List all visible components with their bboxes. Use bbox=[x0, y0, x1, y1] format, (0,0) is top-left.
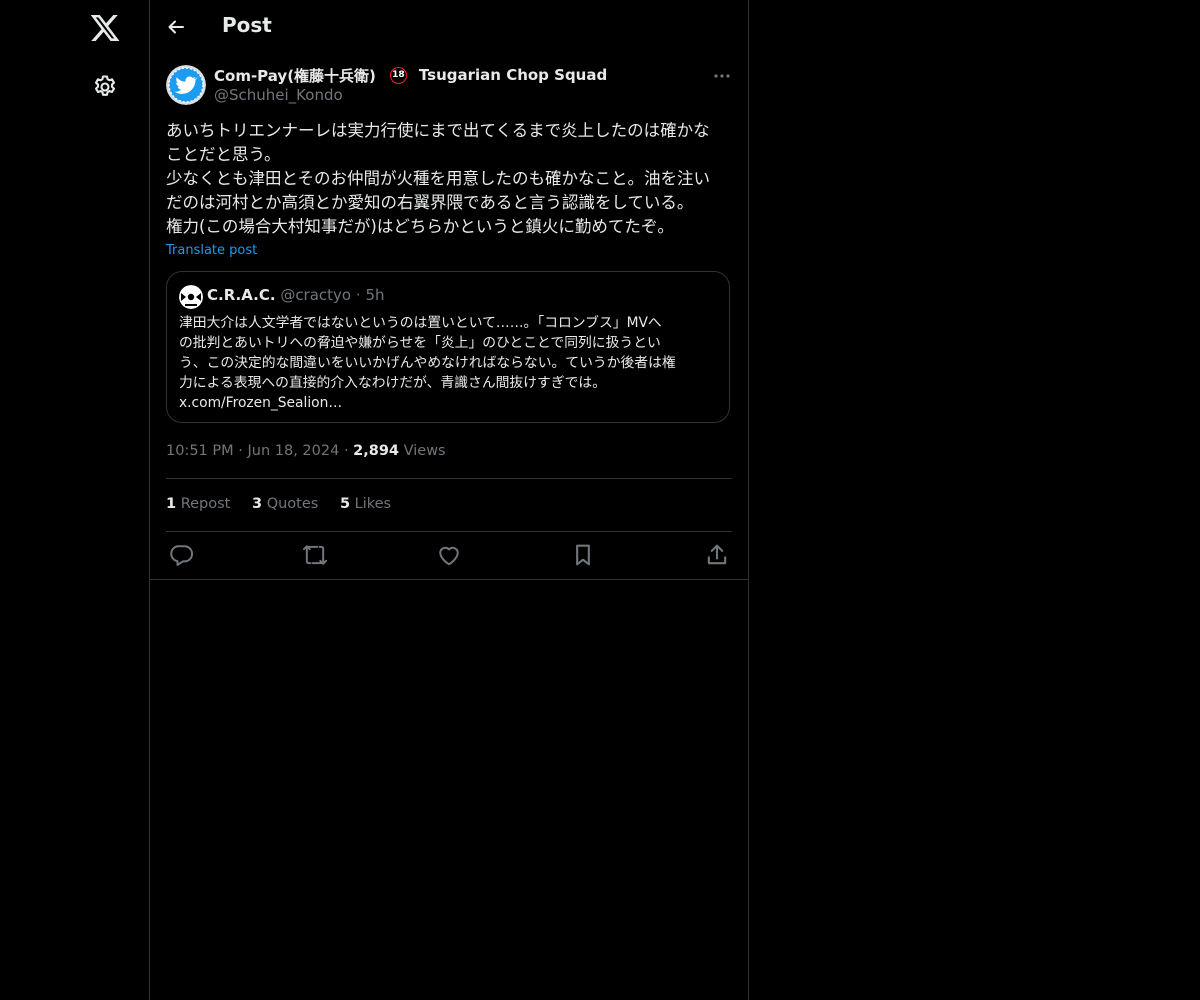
quote-author-name: C.R.A.C. bbox=[207, 286, 276, 304]
quote-separator: · bbox=[355, 286, 361, 304]
repost-icon[interactable] bbox=[301, 541, 329, 569]
likes-stat[interactable]: 5 Likes bbox=[340, 496, 391, 512]
heart-icon[interactable] bbox=[435, 541, 463, 569]
divider bbox=[166, 478, 732, 479]
action-bar bbox=[166, 541, 732, 569]
likes-count: 5 bbox=[339, 496, 351, 512]
translate-link[interactable]: Translate post bbox=[166, 243, 257, 258]
meta-separator: · bbox=[343, 443, 349, 459]
reposts-stat[interactable]: 1 Repost bbox=[166, 496, 230, 512]
author-name[interactable]: Com-Pay(権藤十兵衛) bbox=[214, 65, 376, 86]
engagement-stats: 1 Repost 3 Quotes 5 Likes bbox=[166, 496, 408, 512]
post-detail-column: Post Com-Pay(権藤十兵衛) 18 Tsugarian Chop Sq… bbox=[150, 0, 749, 1000]
views-count: 2,894 bbox=[353, 443, 400, 459]
author-affiliation: Tsugarian Chop Squad bbox=[418, 66, 608, 84]
post-text-line: あいちトリエンナーレは実力行使にまで出てくるまで炎上したのは確かな bbox=[166, 121, 710, 140]
quotes-label: Quotes bbox=[266, 496, 319, 512]
quote-header: C.R.A.C. @cractyo · 5h bbox=[207, 286, 385, 304]
author-row: Com-Pay(権藤十兵衛) 18 Tsugarian Chop Squad bbox=[214, 64, 607, 86]
page-title: Post bbox=[222, 13, 272, 37]
avatar[interactable] bbox=[166, 65, 206, 105]
post-date[interactable]: Jun 18, 2024 bbox=[247, 443, 339, 459]
quoted-post[interactable]: C.R.A.C. @cractyo · 5h 津田大介は人文学者ではないというの… bbox=[166, 271, 730, 423]
post-time[interactable]: 10:51 PM bbox=[166, 443, 234, 459]
age-badge: 18 bbox=[389, 66, 407, 84]
post-text-line: ことだと思う。 bbox=[166, 145, 281, 164]
divider bbox=[166, 531, 732, 532]
divider bbox=[150, 579, 748, 580]
post-text-line: 少なくとも津田とそのお仲間が火種を用意したのも確かなこと。油を注い bbox=[166, 169, 711, 188]
share-icon[interactable] bbox=[703, 541, 731, 569]
quote-text-line: の批判とあいトリへの脅迫や嫌がらせを「炎上」のひとことで同列に扱うとい bbox=[179, 335, 661, 351]
post-text: あいちトリエンナーレは実力行使にまで出てくるまで炎上したのは確かな ことだと思う… bbox=[166, 119, 732, 239]
quote-age: 5h bbox=[365, 286, 385, 304]
meta-separator: · bbox=[238, 443, 243, 459]
quote-avatar bbox=[179, 285, 203, 309]
quote-text-line: 津田大介は人文学者ではないというのは置いといて……。「コロンブス」MVへ bbox=[179, 315, 662, 331]
quote-handle: @cractyo bbox=[280, 286, 352, 304]
quotes-count: 3 bbox=[251, 496, 263, 512]
bookmark-icon[interactable] bbox=[569, 541, 597, 569]
left-rail bbox=[0, 0, 150, 1000]
views-label: Views bbox=[403, 443, 446, 459]
quote-text-line: う、この決定的な間違いをいいかげんやめなければならない。ていうか後者は権 bbox=[179, 355, 676, 371]
post-text-line: 権力(この場合大村知事だが)はどちらかというと鎮火に勤めてたぞ。 bbox=[166, 217, 674, 236]
more-horizontal-icon[interactable] bbox=[712, 66, 732, 86]
reposts-count: 1 bbox=[166, 496, 177, 512]
likes-label: Likes bbox=[354, 496, 392, 512]
page-header: Post bbox=[150, 0, 748, 54]
author-handle[interactable]: @Schuhei_Kondo bbox=[214, 86, 343, 104]
quote-text-line: x.com/Frozen_Sealion… bbox=[179, 395, 343, 411]
quote-text: 津田大介は人文学者ではないというのは置いといて……。「コロンブス」MVへ の批判… bbox=[179, 313, 724, 413]
arrow-left-icon[interactable] bbox=[164, 15, 188, 39]
reply-icon[interactable] bbox=[167, 541, 195, 569]
post-text-line: だのは河村とか高須とか愛知の右翼界隈であると言う認識をしている。 bbox=[166, 193, 694, 212]
gear-icon[interactable] bbox=[91, 73, 119, 101]
post-meta: 10:51 PM · Jun 18, 2024 · 2,894 Views bbox=[166, 443, 446, 459]
reposts-label: Repost bbox=[180, 496, 231, 512]
quote-text-line: 力による表現への直接的介入なわけだが、青識さん間抜けすぎでは。 bbox=[179, 375, 607, 391]
quotes-stat[interactable]: 3 Quotes bbox=[252, 496, 318, 512]
x-logo-icon[interactable] bbox=[89, 12, 121, 44]
